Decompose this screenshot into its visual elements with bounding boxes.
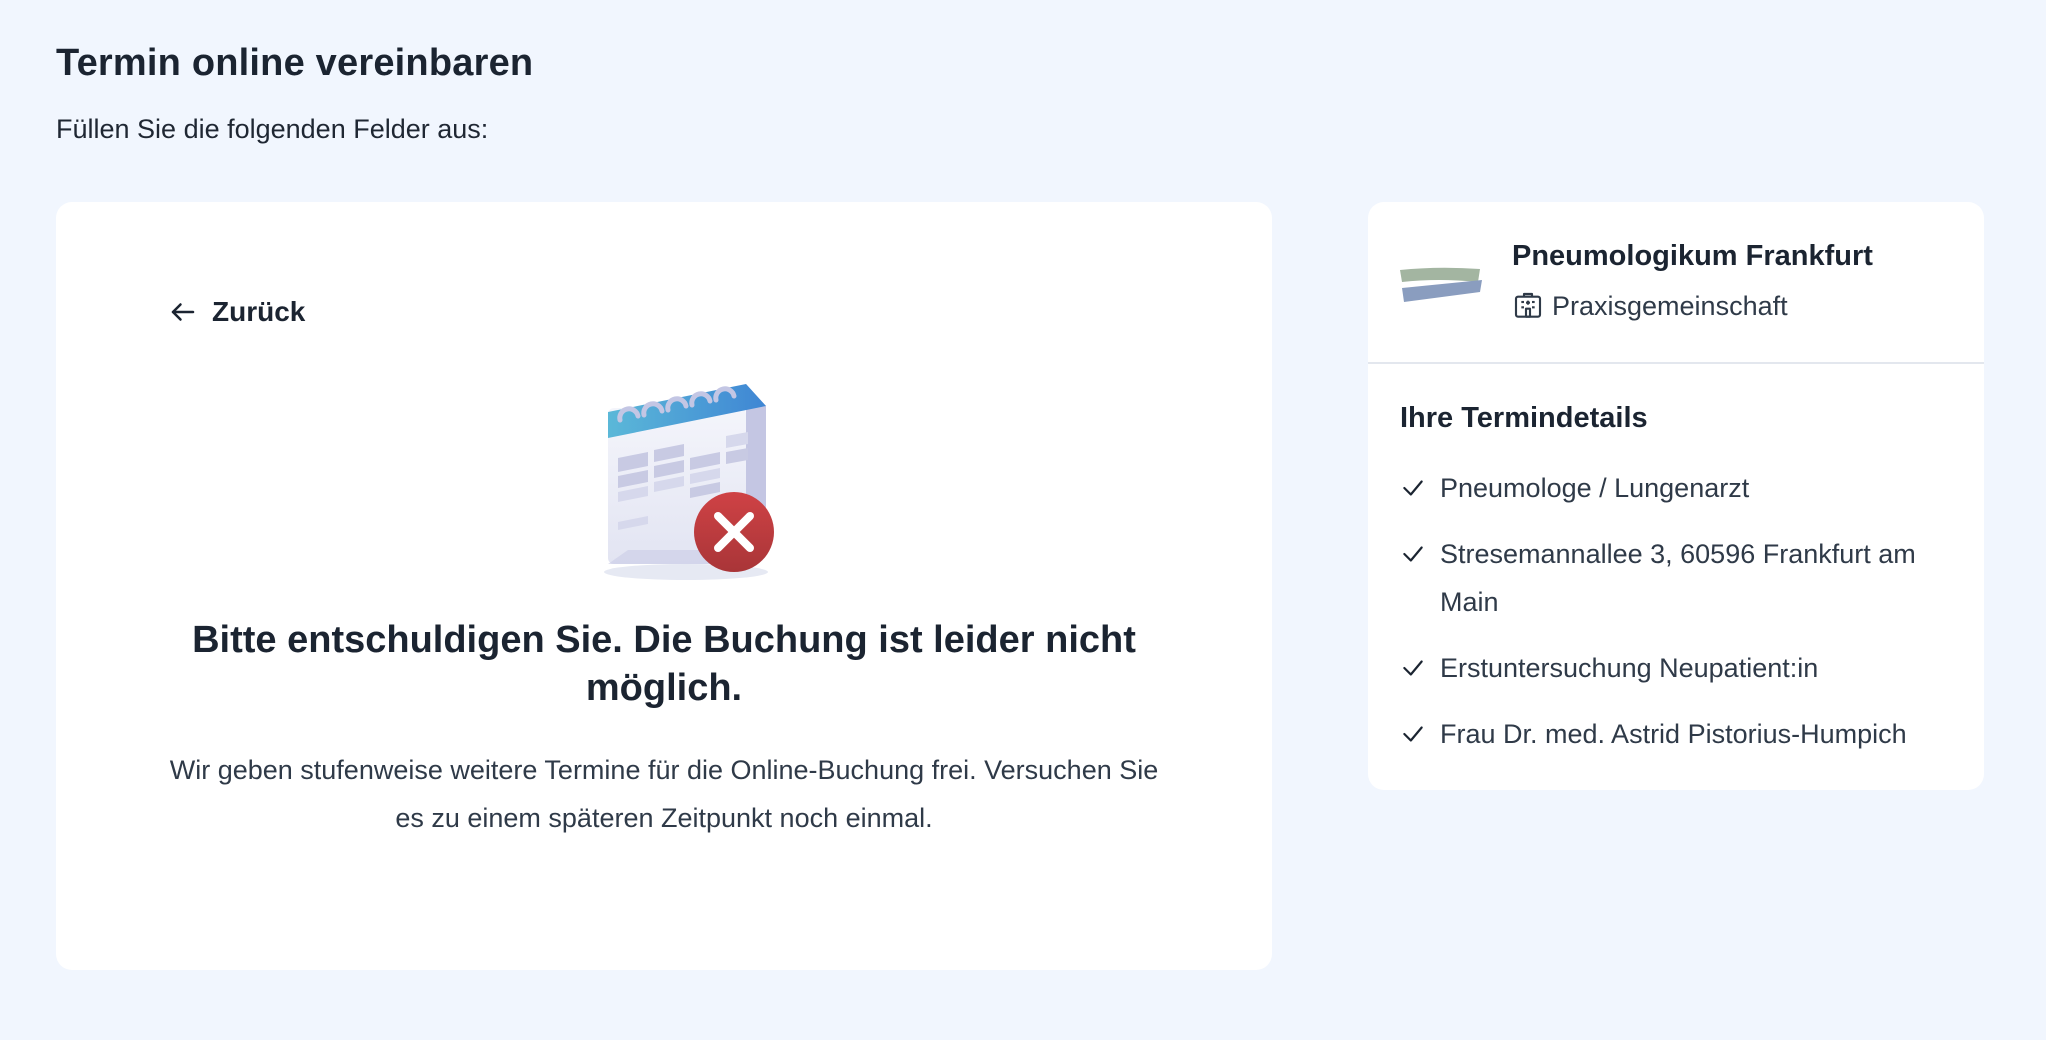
booking-card: Zurück Bitte entschuldigen Sie. Die Buch… (56, 202, 1272, 970)
check-icon (1403, 480, 1423, 496)
practice-name: Pneumologikum Frankfurt (1512, 240, 1873, 272)
page-subtitle: Füllen Sie die folgenden Felder aus: (56, 114, 489, 144)
check-icon (1403, 726, 1423, 742)
detail-text: Frau Dr. med. Astrid Pistorius-Humpich (1440, 719, 1907, 749)
building-icon (1514, 292, 1542, 318)
detail-item-doctor: Frau Dr. med. Astrid Pistorius-Humpich (1400, 710, 1960, 758)
details-title: Ihre Termindetails (1400, 402, 1648, 434)
practice-type: Praxisgemeinschaft (1512, 290, 1788, 322)
back-button[interactable]: Zurück (168, 296, 305, 328)
details-list: Pneumologe / Lungenarzt Stresemannallee … (1400, 464, 1960, 776)
practice-logo (1400, 267, 1482, 302)
practice-header: Pneumologikum Frankfurt Praxisgemeinscha… (1368, 202, 1984, 364)
detail-item-specialty: Pneumologe / Lungenarzt (1400, 464, 1960, 512)
detail-text: Pneumologe / Lungenarzt (1440, 473, 1750, 503)
page-title: Termin online vereinbaren (56, 42, 534, 84)
check-icon (1403, 546, 1423, 562)
detail-item-visit-type: Erstuntersuchung Neupatient:in (1400, 644, 1960, 692)
practice-type-label: Praxisgemeinschaft (1552, 290, 1788, 321)
appointment-summary-card: Pneumologikum Frankfurt Praxisgemeinscha… (1368, 202, 1984, 790)
calendar-error-icon (604, 384, 774, 580)
error-message: Wir geben stufenweise weitere Termine fü… (169, 755, 1159, 833)
detail-item-address: Stresemannallee 3, 60596 Frankfurt am Ma… (1400, 530, 1960, 626)
check-icon (1403, 660, 1423, 676)
detail-text: Erstuntersuchung Neupatient:in (1440, 653, 1819, 683)
error-title: Bitte entschuldigen Sie. Die Buchung ist… (192, 619, 1136, 709)
detail-text: Stresemannallee 3, 60596 Frankfurt am Ma… (1440, 539, 1916, 617)
back-button-label: Zurück (212, 296, 306, 327)
arrow-left-icon (171, 303, 195, 321)
